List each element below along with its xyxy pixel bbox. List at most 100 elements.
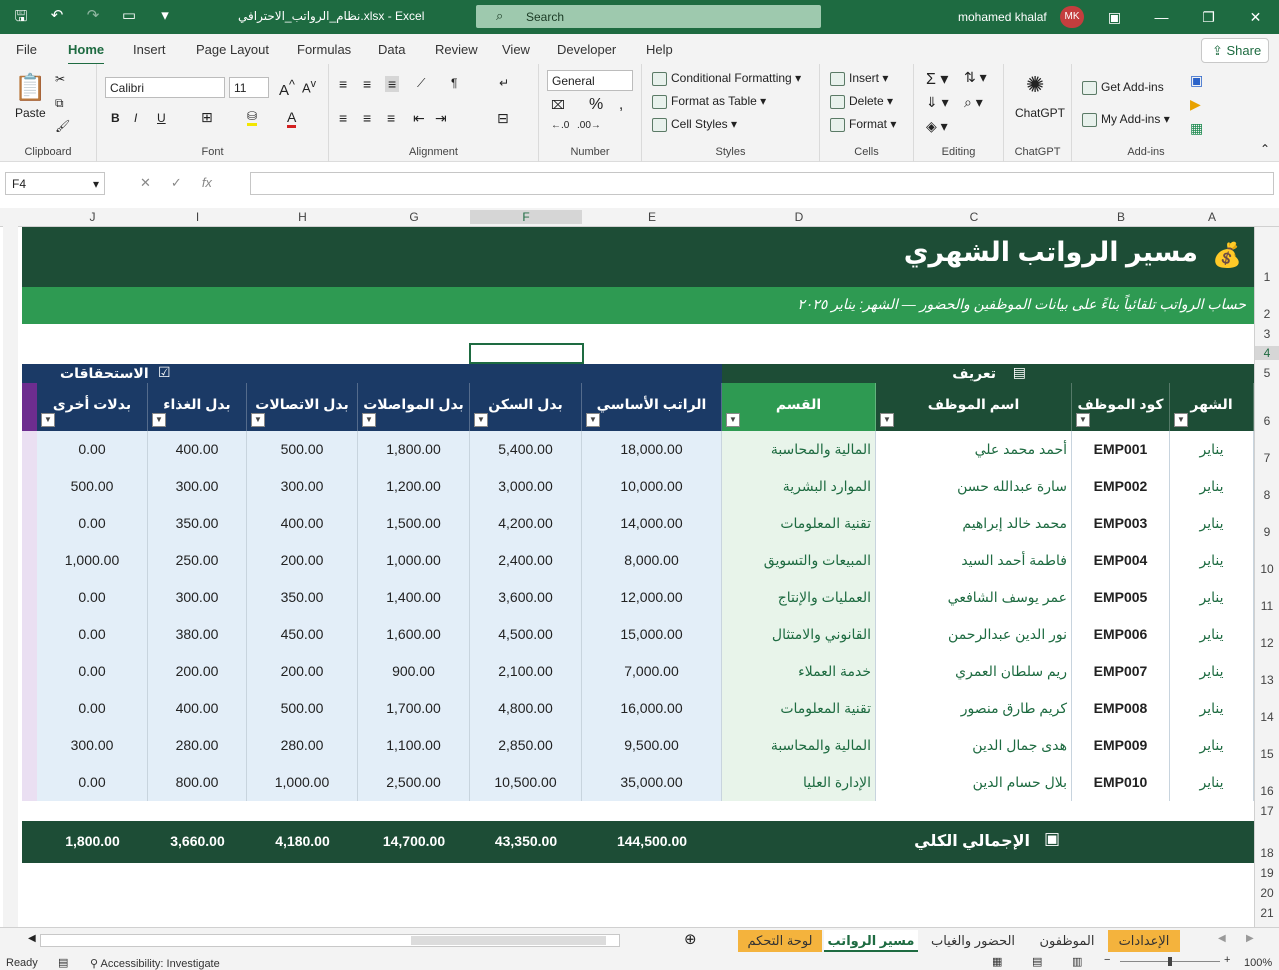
new-sheet-icon[interactable]: ▭ xyxy=(118,6,140,31)
align-center-icon[interactable]: ≡ xyxy=(363,110,371,126)
get-addins-button[interactable]: Get Add-ins xyxy=(1082,80,1164,95)
table-cell[interactable]: يناير xyxy=(1170,764,1254,801)
search-box[interactable]: ⌕ Search xyxy=(476,5,821,28)
fill-color-icon[interactable]: ⛁ xyxy=(247,109,258,126)
table-cell[interactable]: 1,400.00 xyxy=(358,579,470,616)
table-cell[interactable]: 400.00 xyxy=(148,431,247,468)
row-header[interactable]: 10 xyxy=(1255,562,1279,576)
table-cell[interactable]: 280.00 xyxy=(247,727,358,764)
row-header[interactable]: 7 xyxy=(1255,451,1279,465)
table-cell[interactable]: 18,000.00 xyxy=(582,431,722,468)
table-cell[interactable]: خدمة العملاء xyxy=(722,653,876,690)
row-header[interactable]: 2 xyxy=(1255,307,1279,321)
tab-home[interactable]: Home xyxy=(68,42,105,66)
conditional-formatting-button[interactable]: Conditional Formatting ▾ xyxy=(652,71,801,86)
table-cell[interactable]: سارة عبدالله حسن xyxy=(876,468,1072,505)
align-middle-icon[interactable]: ≡ xyxy=(363,76,371,92)
row-header[interactable]: 20 xyxy=(1255,886,1279,900)
table-cell[interactable]: 16,000.00 xyxy=(582,690,722,727)
table-cell[interactable]: 500.00 xyxy=(37,468,148,505)
column-header[interactable]: A xyxy=(1170,210,1254,224)
table-cell[interactable]: 5,400.00 xyxy=(470,431,582,468)
table-cell[interactable]: 1,500.00 xyxy=(358,505,470,542)
percent-icon[interactable]: % xyxy=(589,96,603,114)
scroll-left-icon[interactable]: ◀ xyxy=(28,933,36,944)
table-cell[interactable]: EMP007 xyxy=(1072,653,1170,690)
row-header[interactable]: 13 xyxy=(1255,673,1279,687)
filter-dropdown-icon[interactable]: ▼ xyxy=(474,413,488,427)
table-cell[interactable]: 2,400.00 xyxy=(470,542,582,579)
table-cell[interactable]: 8,000.00 xyxy=(582,542,722,579)
table-cell[interactable]: العمليات والإنتاج xyxy=(722,579,876,616)
copy-icon[interactable]: ⧉ xyxy=(55,96,64,111)
wrap-text-icon[interactable]: ↵ xyxy=(499,76,509,90)
row-header[interactable]: 12 xyxy=(1255,636,1279,650)
delete-cells-button[interactable]: Delete ▾ xyxy=(830,94,893,109)
sheet-tab-dashboard[interactable]: لوحة التحكم xyxy=(738,930,822,952)
table-cell[interactable]: 300.00 xyxy=(148,579,247,616)
row-header[interactable]: 14 xyxy=(1255,710,1279,724)
sheets-icon[interactable]: ▦ xyxy=(1190,120,1203,137)
table-cell[interactable]: 350.00 xyxy=(148,505,247,542)
tab-data[interactable]: Data xyxy=(378,42,405,57)
borders-icon[interactable]: ⊞ xyxy=(201,109,213,126)
table-cell[interactable]: 1,800.00 xyxy=(358,431,470,468)
table-cell[interactable]: EMP006 xyxy=(1072,616,1170,653)
tab-formulas[interactable]: Formulas xyxy=(297,42,351,57)
name-box[interactable]: F4 ▾ xyxy=(5,172,105,195)
table-cell[interactable]: 1,700.00 xyxy=(358,690,470,727)
table-cell[interactable]: يناير xyxy=(1170,431,1254,468)
orientation-icon[interactable]: ⟋ xyxy=(417,76,425,91)
table-cell[interactable]: بلال حسام الدين xyxy=(876,764,1072,801)
insert-function-icon[interactable]: fx xyxy=(202,175,212,191)
table-cell[interactable]: أحمد محمد علي xyxy=(876,431,1072,468)
table-cell[interactable]: 280.00 xyxy=(148,727,247,764)
increase-font-icon[interactable]: A^ xyxy=(279,78,295,99)
next-sheet-icon[interactable]: ▶ xyxy=(1246,933,1254,944)
table-cell[interactable]: القانوني والامتثال xyxy=(722,616,876,653)
format-painter-icon[interactable]: 🖌 xyxy=(55,119,70,133)
find-select-icon[interactable]: ⌕ ▾ xyxy=(964,94,983,111)
table-cell[interactable]: 0.00 xyxy=(37,764,148,801)
row-header[interactable]: 1 xyxy=(1255,270,1279,284)
row-header[interactable]: 5 xyxy=(1255,366,1279,380)
row-header[interactable]: 17 xyxy=(1255,804,1279,818)
collapse-ribbon-icon[interactable]: ⌃ xyxy=(1260,142,1270,156)
table-cell[interactable]: 35,000.00 xyxy=(582,764,722,801)
filter-dropdown-icon[interactable]: ▼ xyxy=(880,413,894,427)
table-cell[interactable]: 0.00 xyxy=(37,616,148,653)
share-button[interactable]: ⇪ Share xyxy=(1201,38,1269,63)
table-cell[interactable]: 0.00 xyxy=(37,579,148,616)
table-cell[interactable]: 10,500.00 xyxy=(470,764,582,801)
table-cell[interactable]: 2,100.00 xyxy=(470,653,582,690)
table-cell[interactable]: 14,000.00 xyxy=(582,505,722,542)
table-cell[interactable]: المالية والمحاسبة xyxy=(722,431,876,468)
table-cell[interactable]: 350.00 xyxy=(247,579,358,616)
my-addins-button[interactable]: My Add-ins ▾ xyxy=(1082,112,1170,127)
zoom-slider[interactable] xyxy=(1120,957,1220,966)
fill-icon[interactable]: ⇓ ▾ xyxy=(926,94,949,111)
sheet-tab-employees[interactable]: الموظفون xyxy=(1028,930,1106,952)
table-cell[interactable]: 4,200.00 xyxy=(470,505,582,542)
row-header[interactable]: 11 xyxy=(1255,599,1279,613)
column-header[interactable]: J xyxy=(37,210,148,224)
normal-view-icon[interactable]: ▦ xyxy=(992,955,1002,968)
table-cell[interactable]: 200.00 xyxy=(247,653,358,690)
table-cell[interactable]: 900.00 xyxy=(358,653,470,690)
paste-button[interactable]: Paste xyxy=(15,106,46,120)
table-cell[interactable]: ريم سلطان العمري xyxy=(876,653,1072,690)
align-bottom-icon[interactable]: ≡ xyxy=(385,76,400,92)
table-cell[interactable]: 7,000.00 xyxy=(582,653,722,690)
autosum-icon[interactable]: Σ ▾ xyxy=(926,69,948,89)
avatar[interactable]: MK xyxy=(1060,6,1084,28)
table-cell[interactable]: 1,000.00 xyxy=(37,542,148,579)
table-cell[interactable]: تقنية المعلومات xyxy=(722,505,876,542)
align-left-icon[interactable]: ≡ xyxy=(339,110,347,126)
increase-indent-icon[interactable]: ⇥ xyxy=(435,110,447,127)
save-icon[interactable]: 🖫 xyxy=(10,6,32,31)
zoom-out-icon[interactable]: − xyxy=(1104,954,1110,966)
chatgpt-icon[interactable]: ✺ xyxy=(1026,72,1044,98)
filter-dropdown-icon[interactable]: ▼ xyxy=(41,413,55,427)
row-header[interactable]: 15 xyxy=(1255,747,1279,761)
table-cell[interactable]: EMP001 xyxy=(1072,431,1170,468)
